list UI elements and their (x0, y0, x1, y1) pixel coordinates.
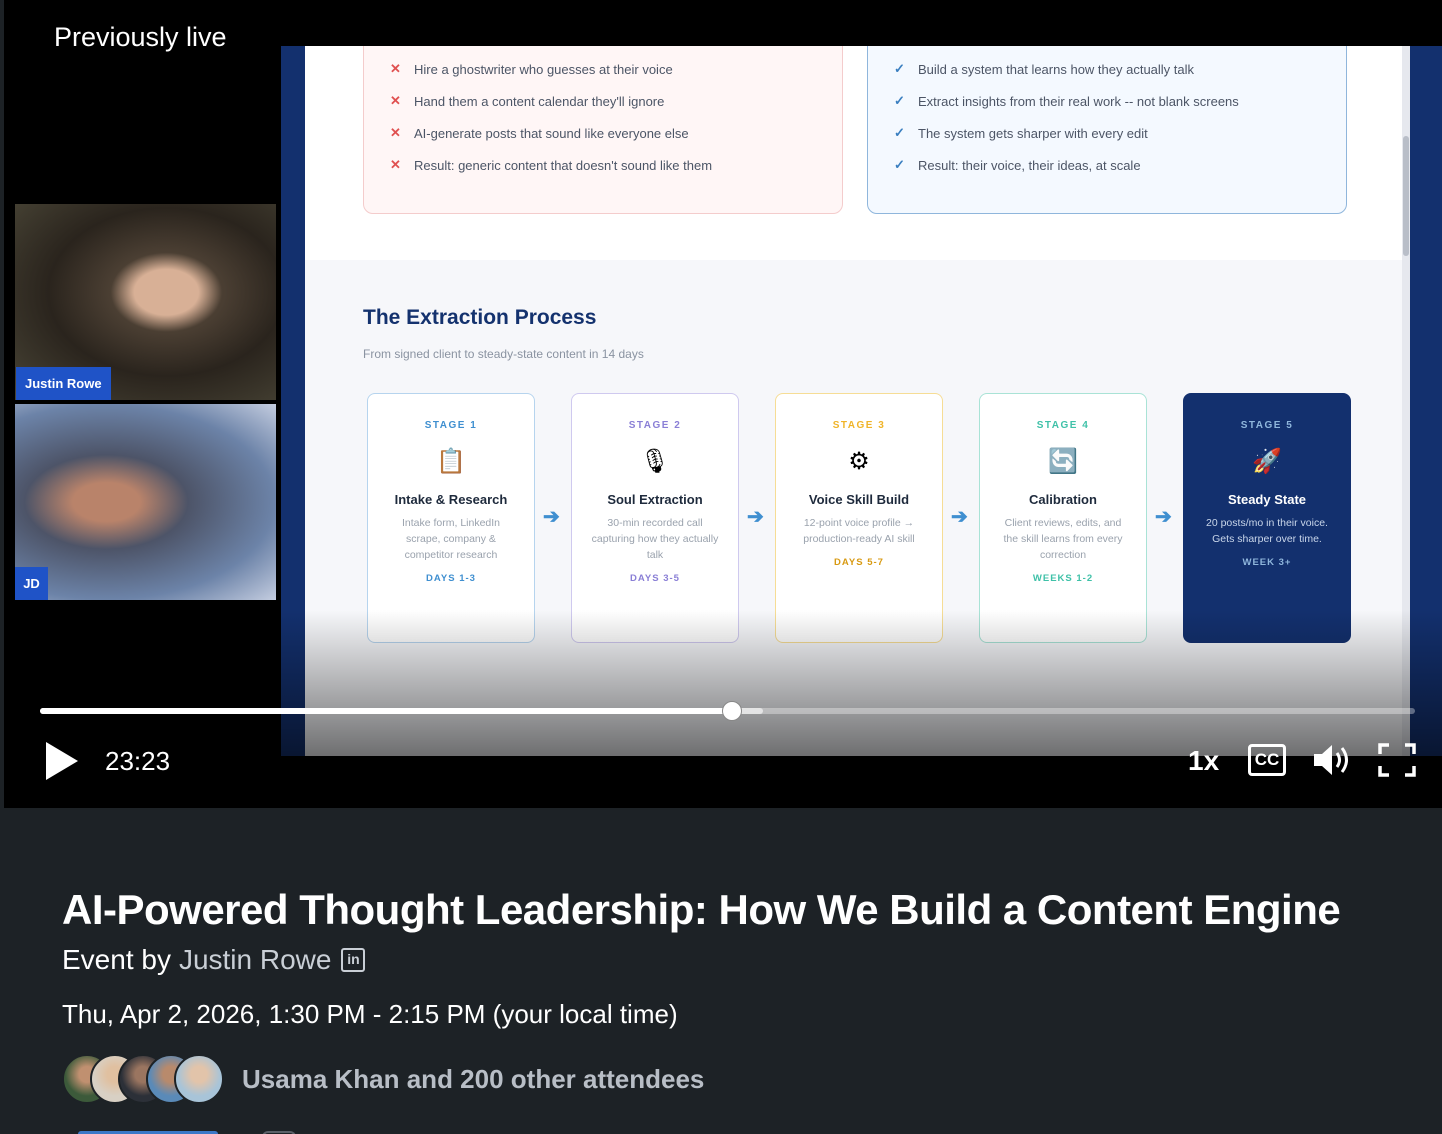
check-icon: ✓ (894, 125, 905, 140)
arrow-right-icon: ➔ (1155, 506, 1172, 528)
gear-icon: ⚙ (848, 448, 870, 475)
old-approach-item: ✕ Result: generic content that doesn't so… (390, 157, 713, 173)
linkedin-event-page: ✕ Hire a ghostwriter who guesses at their… (0, 0, 1442, 1134)
play-icon (46, 742, 78, 780)
old-approach-item: ✕ AI-generate posts that sound like every… (390, 125, 689, 141)
seek-bar[interactable] (40, 701, 1415, 721)
x-icon: ✕ (390, 61, 401, 76)
check-icon: ✓ (894, 157, 905, 172)
rocket-icon: 🚀 (1252, 448, 1282, 475)
old-approach-item: ✕ Hire a ghostwriter who guesses at their… (390, 61, 673, 77)
participant-cameras: Justin Rowe JD (15, 204, 276, 600)
event-byline: Event by Justin Rowe in (62, 944, 366, 976)
clipboard-icon: 📋 (436, 448, 466, 475)
fullscreen-button[interactable] (1378, 743, 1416, 777)
attendee-avatars (62, 1054, 230, 1104)
participant-name-chip: Justin Rowe (16, 367, 111, 400)
current-time: 23:23 (105, 746, 171, 776)
previously-live-badge: Previously live (40, 14, 241, 61)
old-approach-box: ✕ Hire a ghostwriter who guesses at their… (363, 46, 843, 214)
event-by-label: Event by (62, 944, 171, 975)
arrow-right-icon: ➔ (543, 506, 560, 528)
playback-speed-button[interactable]: 1x (1188, 745, 1219, 777)
process-subtitle: From signed client to steady-state conte… (363, 347, 644, 361)
avatar (174, 1054, 224, 1104)
attendees-count[interactable]: Usama Khan and 200 other attendees (242, 1064, 704, 1095)
attendees-row[interactable]: Usama Khan and 200 other attendees (62, 1054, 704, 1104)
scrollbar-thumb[interactable] (1403, 136, 1409, 256)
microphone-icon: 🎙 (639, 448, 671, 475)
play-button[interactable] (42, 740, 82, 782)
refresh-icon: 🔄 (1048, 448, 1078, 475)
new-approach-item: ✓ Build a system that learns how they act… (894, 61, 1195, 77)
captions-button[interactable]: CC (1248, 744, 1286, 776)
linkedin-icon: in (341, 948, 366, 972)
stage-card-3: STAGE 3 ⚙ Voice Skill Build 12-point voi… (775, 393, 943, 643)
x-icon: ✕ (390, 157, 401, 172)
played-range (40, 708, 732, 714)
participant-initials-chip: JD (15, 567, 48, 600)
host-link[interactable]: Justin Rowe (179, 944, 332, 976)
x-icon: ✕ (390, 93, 401, 108)
stage-card-4: STAGE 4 🔄 Calibration Client reviews, ed… (979, 393, 1147, 643)
new-approach-item: ✓ The system gets sharper with every edit (894, 125, 1148, 141)
speaker-icon (1314, 745, 1348, 775)
video-player[interactable]: ✕ Hire a ghostwriter who guesses at their… (4, 0, 1442, 808)
camera-tile-host: Justin Rowe (15, 204, 276, 400)
fullscreen-icon (1378, 743, 1416, 777)
stage-card-2: STAGE 2 🎙 Soul Extraction 30-min recorde… (571, 393, 739, 643)
volume-button[interactable] (1311, 742, 1353, 778)
process-title: The Extraction Process (363, 306, 597, 329)
event-datetime: Thu, Apr 2, 2026, 1:30 PM - 2:15 PM (you… (62, 999, 678, 1029)
old-approach-item: ✕ Hand them a content calendar they'll ig… (390, 93, 665, 109)
new-approach-item: ✓ Result: their voice, their ideas, at sc… (894, 157, 1141, 173)
event-details: AI-Powered Thought Leadership: How We Bu… (0, 808, 1442, 1134)
camera-tile-guest: JD (15, 404, 276, 600)
check-icon: ✓ (894, 93, 905, 108)
check-icon: ✓ (894, 61, 905, 76)
event-title: AI-Powered Thought Leadership: How We Bu… (62, 886, 1341, 933)
stage-card-1: STAGE 1 📋 Intake & Research Intake form,… (367, 393, 535, 643)
x-icon: ✕ (390, 125, 401, 140)
seek-handle[interactable] (721, 701, 742, 721)
arrow-right-icon: ➔ (747, 506, 764, 528)
stage-card-5: STAGE 5 🚀 Steady State 20 posts/mo in th… (1183, 393, 1351, 643)
new-approach-item: ✓ Extract insights from their real work -… (894, 93, 1239, 109)
new-approach-box: ✓ Build a system that learns how they act… (867, 46, 1347, 214)
arrow-right-icon: ➔ (951, 506, 968, 528)
